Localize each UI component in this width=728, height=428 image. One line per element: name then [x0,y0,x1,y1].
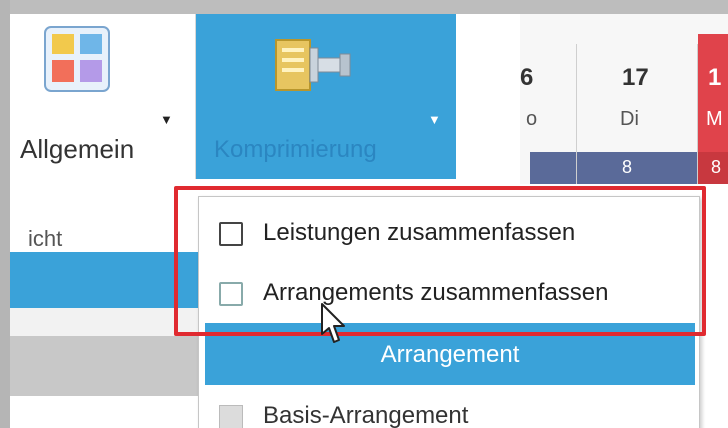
column-divider [576,44,577,184]
group-label: icht [28,226,63,251]
section-header-label: Arrangement [380,341,520,368]
app-window: ▼ Allgemein icht ▼ Komprimierung 6 o 17 … [0,0,728,428]
left-panel-selected-row[interactable] [10,252,200,308]
mouse-cursor-icon [321,303,345,343]
allgemein-grid-icon [44,26,110,92]
day-number: 17 [622,64,649,91]
allgemein-button[interactable]: ▼ Allgemein icht [10,14,195,251]
highlight-box [174,186,706,336]
kompprimierung-clamp-icon [275,39,351,91]
left-panel-gray-row[interactable] [10,336,200,396]
checkbox-icon[interactable] [219,405,243,428]
day-name: o [526,108,538,130]
kompprimierung-button[interactable]: ▼ Komprimierung [196,14,456,179]
list-item-basis-arrangement[interactable]: Basis-Arrangement [199,393,699,428]
window-top-edge [0,0,728,14]
list-item-label: Basis-Arrangement [263,402,469,428]
left-panel-row[interactable] [10,308,200,336]
day-number: 1 [708,64,722,91]
allgemein-label: Allgemein [20,134,135,164]
count-cell: 8 [621,157,632,177]
kompprimierung-label: Komprimierung [214,136,377,163]
day-name: Di [620,108,639,130]
dropdown-arrow-icon: ▼ [428,112,441,127]
day-number: 6 [520,64,534,91]
day-name: M [706,108,723,130]
column-divider [697,44,698,184]
dropdown-arrow-icon: ▼ [160,112,173,127]
window-left-edge [0,0,10,428]
count-cell: 8 [710,157,721,177]
